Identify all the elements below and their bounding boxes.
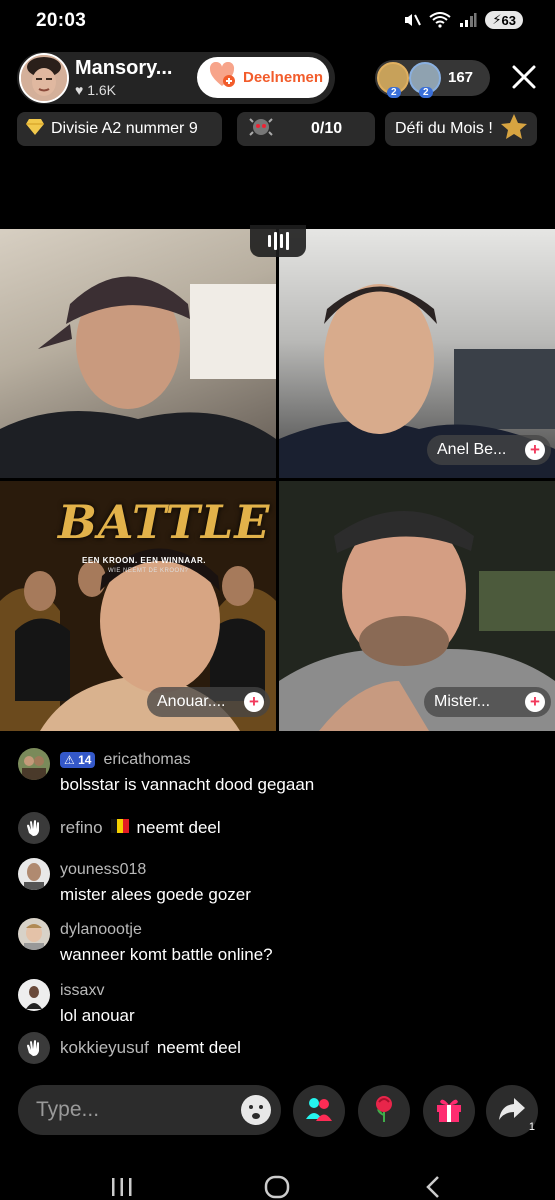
live-header: Mansory... ♥ 1.6K Deelnemen 2 2 167 — [17, 52, 537, 104]
follow-plus-icon[interactable]: + — [525, 440, 545, 460]
belgium-flag-icon — [110, 818, 129, 838]
wifi-icon — [429, 12, 452, 28]
comment-user-line: ⚠ 14 ericathomas — [60, 751, 191, 769]
multi-guest-button[interactable] — [293, 1085, 345, 1137]
comment-username[interactable]: dylanoootje — [60, 921, 142, 939]
goal-progress: 0/10 — [311, 120, 343, 137]
share-arrow-icon — [498, 1096, 526, 1127]
join-text: neemt deel — [156, 1038, 241, 1057]
recents-icon[interactable] — [110, 1176, 134, 1200]
challenge-pill[interactable]: Défi du Mois ! — [385, 112, 537, 146]
host-likes: ♥ 1.6K — [75, 82, 116, 98]
status-time: 20:03 — [36, 10, 87, 31]
join-line: refino neemt deel — [60, 818, 221, 838]
guest-name-tag[interactable]: Mister... + — [424, 687, 551, 717]
rose-gift-button[interactable] — [358, 1085, 410, 1137]
user-avatar[interactable] — [18, 858, 50, 890]
join-label: Deelnemen — [243, 69, 324, 86]
video-tile-guest-1[interactable]: Anel Be... + — [279, 229, 555, 478]
diamond-icon — [25, 118, 45, 141]
info-pills: Divisie A2 nummer 9 0/10 Défi du Mois ! — [17, 112, 537, 146]
battle-poster-tagline: EEN KROON. EEN WINNAAR. — [82, 556, 206, 565]
gift-icon — [434, 1094, 464, 1129]
user-avatar[interactable] — [18, 748, 50, 780]
join-text: neemt deel — [136, 818, 221, 837]
comment-username[interactable]: ericathomas — [103, 751, 190, 768]
host-info[interactable]: Mansory... ♥ 1.6K Deelnemen — [17, 52, 335, 104]
viewer-count: 167 — [448, 69, 474, 86]
layout-toggle-icon[interactable] — [250, 225, 306, 257]
comment-username[interactable]: kokkieyusuf — [60, 1038, 149, 1058]
division-label: Divisie A2 nummer 9 — [51, 120, 198, 137]
battery-level: 63 — [501, 12, 516, 28]
home-icon[interactable] — [264, 1175, 290, 1200]
viewer-rank-badge: 2 — [387, 87, 401, 98]
share-button[interactable]: 1 — [486, 1085, 538, 1137]
wave-icon — [18, 812, 50, 844]
follow-plus-icon[interactable]: + — [244, 692, 264, 712]
comment-username[interactable]: issaxv — [60, 982, 104, 1000]
comment-text: mister alees goede gozer — [60, 885, 251, 904]
trophy-icon — [499, 112, 529, 147]
user-avatar[interactable] — [18, 979, 50, 1011]
fan-level: 14 — [78, 753, 92, 767]
guest-name: Mister... — [434, 693, 491, 710]
video-tile-guest-3[interactable]: Mister... + — [279, 481, 555, 731]
guest-name: Anel Be... — [437, 441, 507, 458]
join-line: kokkieyusuf neemt deel — [60, 1038, 241, 1058]
likes-count: 1.6K — [87, 82, 117, 98]
battle-poster-subtagline: WIE NEEMT DE KROON? — [108, 568, 189, 574]
viewer-avatar[interactable]: 2 — [377, 62, 409, 98]
user-avatar[interactable] — [18, 918, 50, 950]
fan-level-badge: ⚠ 14 — [60, 752, 96, 768]
guest-name-tag[interactable]: Anouar.... + — [147, 687, 270, 717]
emoji-icon[interactable] — [240, 1094, 272, 1126]
creature-icon — [249, 116, 273, 143]
status-bar: 20:03 ⚡ 63 — [0, 0, 555, 44]
heart-icon: ♥ — [75, 82, 84, 98]
host-name: Mansory... — [75, 57, 173, 79]
video-tile-guest-2[interactable]: BATTLE EEN KROON. EEN WINNAAR. WIE NEEMT… — [0, 481, 276, 731]
battle-poster-title: BATTLE — [58, 495, 271, 549]
host-avatar[interactable] — [19, 53, 69, 103]
follow-plus-icon[interactable]: + — [525, 692, 545, 712]
viewer-avatar[interactable]: 2 — [409, 62, 441, 98]
video-tile-host[interactable] — [0, 229, 276, 478]
host-video-frame — [0, 276, 276, 478]
back-icon[interactable] — [424, 1175, 442, 1200]
division-pill[interactable]: Divisie A2 nummer 9 — [17, 112, 222, 146]
wave-icon — [18, 1032, 50, 1064]
battery-indicator: ⚡ 63 — [485, 11, 523, 29]
challenge-label: Défi du Mois ! — [395, 120, 493, 137]
bottom-bar: 1 — [18, 1084, 538, 1137]
comment-username[interactable]: refino — [60, 818, 103, 838]
join-button[interactable]: Deelnemen — [197, 57, 329, 98]
rose-icon — [369, 1094, 399, 1129]
comment-text: lol anouar — [60, 1006, 135, 1025]
guest-name-tag[interactable]: Anel Be... + — [427, 435, 551, 465]
share-count: 1 — [528, 1121, 535, 1133]
gift-button[interactable] — [423, 1085, 475, 1137]
mute-icon — [403, 12, 422, 28]
join-heart-icon — [209, 61, 237, 93]
comment-username[interactable]: youness018 — [60, 861, 146, 879]
close-icon[interactable] — [511, 64, 537, 90]
system-nav-bar — [0, 1170, 555, 1200]
signal-icon — [459, 12, 477, 28]
comment-text: bolsstar is vannacht dood gegaan — [60, 775, 315, 794]
battery-icon: ⚡ — [492, 12, 502, 27]
top-viewers[interactable]: 2 2 167 — [375, 60, 490, 98]
guest-name: Anouar.... — [157, 693, 226, 710]
viewer-rank-badge: 2 — [419, 87, 433, 98]
goal-pill[interactable]: 0/10 — [237, 112, 375, 146]
guests-icon — [304, 1095, 334, 1128]
video-grid: Anel Be... + BATTLE EEN KROON. EEN WINNA… — [0, 225, 555, 731]
comment-text: wanneer komt battle online? — [60, 945, 273, 964]
status-icons: ⚡ 63 — [403, 11, 523, 29]
